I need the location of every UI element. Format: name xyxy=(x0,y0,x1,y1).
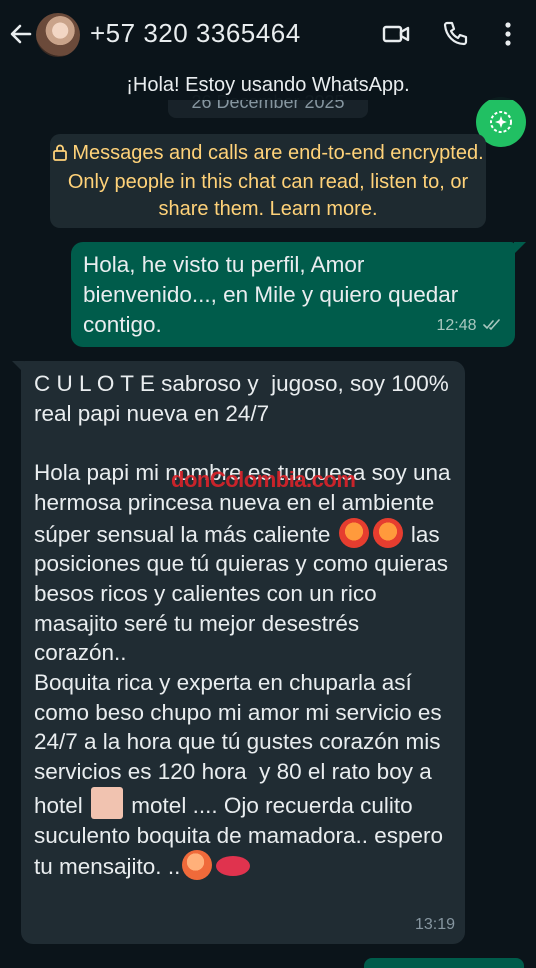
phone-icon[interactable] xyxy=(440,18,472,50)
lock-icon xyxy=(52,142,68,169)
peach-emoji-icon xyxy=(182,850,213,881)
lips-emoji-icon xyxy=(216,856,251,877)
incoming-message[interactable]: C U L O T E sabroso y jugoso, soy 100% r… xyxy=(21,361,465,944)
hot-face-emoji-icon xyxy=(338,517,369,548)
contact-name[interactable]: +57 320 3365464 xyxy=(90,18,301,49)
outgoing-message-partial[interactable] xyxy=(364,958,524,968)
chat-header: +57 320 3365464 xyxy=(0,0,536,70)
contact-status: ¡Hola! Estoy usando WhatsApp. xyxy=(0,70,536,100)
message-paragraph: C U L O T E sabroso y jugoso, soy 100% r… xyxy=(34,371,456,426)
love-hotel-emoji-icon xyxy=(91,786,124,819)
video-call-icon[interactable] xyxy=(380,18,412,50)
more-menu-icon[interactable] xyxy=(496,18,528,50)
message-time: 13:19 xyxy=(414,916,455,934)
encryption-notice[interactable]: Messages and calls are end-to-end encryp… xyxy=(50,134,486,228)
outgoing-message[interactable]: Hola, he visto tu perfil, Amor bienvenid… xyxy=(71,242,515,347)
double-check-icon xyxy=(483,319,500,331)
bubble-tail xyxy=(514,242,526,254)
message-meta: 12:48 xyxy=(437,311,504,341)
back-arrow-icon[interactable] xyxy=(8,20,34,48)
message-spacer xyxy=(34,428,452,458)
ai-sparkle-icon xyxy=(490,111,512,133)
encryption-text: Messages and calls are end-to-end encryp… xyxy=(67,142,484,220)
avatar[interactable] xyxy=(36,13,80,57)
message-text: Hola, he visto tu perfil, Amor bienvenid… xyxy=(83,252,459,337)
message-time: 12:48 xyxy=(436,317,477,334)
watermark: donColombia.com xyxy=(171,467,356,492)
message-paragraph: Boquita rica y experta en chuparla así c… xyxy=(34,668,452,882)
hot-face-emoji-icon xyxy=(372,517,403,548)
